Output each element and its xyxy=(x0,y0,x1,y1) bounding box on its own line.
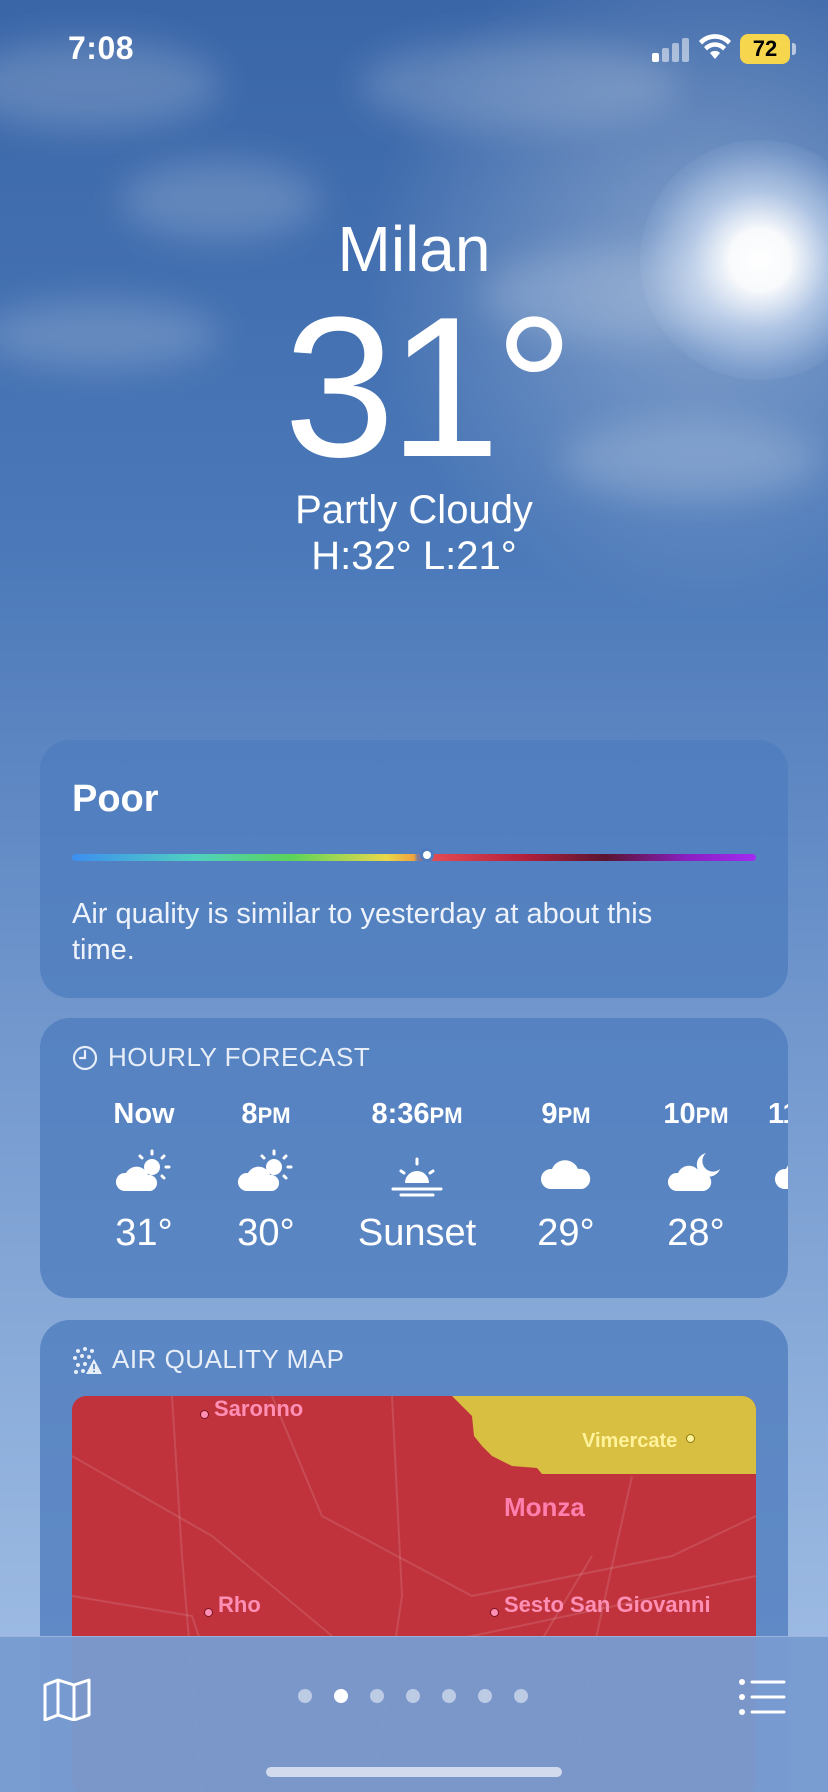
hourly-forecast-list[interactable]: Now 31° 8PM 30° 8:36PM Sunset 9PM 29° 10… xyxy=(40,1098,788,1288)
cloud xyxy=(360,40,680,130)
air-quality-level: Poor xyxy=(72,778,159,820)
bottom-toolbar xyxy=(0,1636,828,1792)
city-name: Milan xyxy=(337,213,491,285)
cloud-icon xyxy=(496,1138,636,1208)
map-icon[interactable] xyxy=(42,1677,92,1721)
air-quality-icon xyxy=(73,1346,102,1374)
hour-item: Now 31° xyxy=(74,1098,214,1255)
home-indicator xyxy=(266,1767,562,1777)
air-quality-map-header: AIR QUALITY MAP xyxy=(72,1344,344,1375)
map-label-rho: Rho xyxy=(218,1592,261,1617)
battery-tip xyxy=(792,43,796,55)
page-dot[interactable] xyxy=(334,1689,348,1703)
cloud-icon xyxy=(750,1138,788,1208)
air-quality-indicator xyxy=(419,848,434,862)
map-pin xyxy=(204,1608,213,1617)
hour-temperature: 27 xyxy=(750,1212,788,1255)
partly-sunny-icon xyxy=(196,1138,336,1208)
weather-condition: Partly Cloudy xyxy=(295,488,533,532)
hourly-forecast-title: HOURLY FORECAST xyxy=(108,1042,371,1072)
map-label-sesto-san-giovanni: Sesto San Giovanni xyxy=(504,1592,711,1617)
air-quality-scale xyxy=(72,854,756,861)
high-low-temperature: H:32° L:21° xyxy=(311,534,517,578)
page-dot[interactable] xyxy=(298,1689,312,1703)
cloudy-night-icon xyxy=(626,1138,766,1208)
hour-temperature: 31° xyxy=(115,1212,173,1254)
page-dot[interactable] xyxy=(442,1689,456,1703)
wifi-icon xyxy=(699,34,731,59)
list-icon[interactable] xyxy=(738,1677,786,1717)
map-pin xyxy=(200,1410,209,1419)
hour-item: 8PM 30° xyxy=(196,1098,336,1255)
partly-sunny-icon xyxy=(74,1138,214,1208)
hour-time: 9PM xyxy=(541,1098,591,1130)
hour-item: 8:36PM Sunset xyxy=(337,1098,497,1255)
map-pin xyxy=(686,1434,695,1443)
page-indicator[interactable] xyxy=(290,1689,550,1705)
hour-time: Now xyxy=(113,1098,175,1130)
air-quality-card[interactable]: Poor Air quality is similar to yesterday… xyxy=(40,740,788,998)
map-label-vimercate: Vimercate xyxy=(582,1430,678,1452)
status-time: 7:08 xyxy=(68,30,135,66)
air-quality-description: Air quality is similar to yesterday at a… xyxy=(72,898,653,966)
map-label-monza: Monza xyxy=(504,1492,585,1522)
air-quality-map-title: AIR QUALITY MAP xyxy=(112,1344,345,1374)
hour-time: 11P xyxy=(768,1098,788,1130)
page-dot[interactable] xyxy=(514,1689,528,1703)
hourly-forecast-header: HOURLY FORECAST xyxy=(72,1042,370,1073)
hour-time: 8:36PM xyxy=(371,1098,463,1130)
page-dot[interactable] xyxy=(370,1689,384,1703)
page-dot[interactable] xyxy=(406,1689,420,1703)
hour-temperature: 28° xyxy=(667,1212,725,1254)
hour-temperature: Sunset xyxy=(357,1212,477,1254)
page-dot[interactable] xyxy=(478,1689,492,1703)
battery-indicator: 72 xyxy=(740,34,790,64)
clock-icon xyxy=(72,1045,98,1070)
hour-item: 9PM 29° xyxy=(496,1098,636,1255)
hour-item: 11P 27 xyxy=(750,1098,788,1255)
map-label-saronno: Saronno xyxy=(214,1396,304,1421)
map-pin xyxy=(490,1608,499,1617)
hour-time: 10PM xyxy=(663,1098,729,1130)
sunset-icon xyxy=(337,1138,497,1208)
hourly-forecast-card[interactable]: HOURLY FORECAST Now 31° 8PM 30° 8:36PM S… xyxy=(40,1018,788,1298)
hour-time: 8PM xyxy=(241,1098,291,1130)
hour-temperature: 29° xyxy=(537,1212,595,1254)
hour-temperature: 30° xyxy=(237,1212,295,1254)
cellular-signal-icon xyxy=(652,38,690,62)
hour-item: 10PM 28° xyxy=(626,1098,766,1255)
current-temperature: 31° xyxy=(283,276,574,499)
